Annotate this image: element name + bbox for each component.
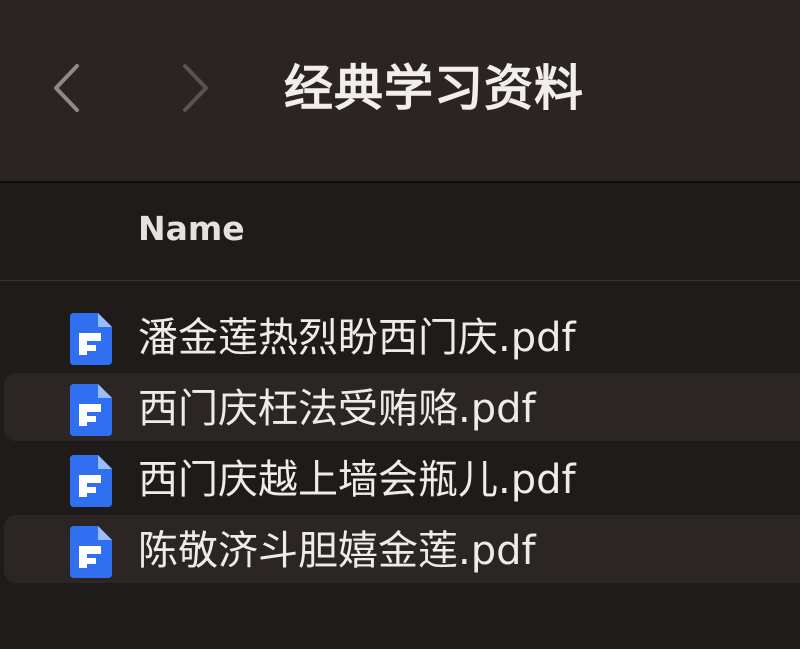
toolbar: 经典学习资料 <box>0 0 800 183</box>
file-list: 潘金莲热烈盼西门庆.pdf 西门庆枉法受贿赂.pdf 西门庆越上墙会瓶儿.pdf <box>0 300 800 584</box>
pdf-document-icon <box>70 384 112 436</box>
forward-button[interactable] <box>174 58 218 118</box>
file-row[interactable]: 西门庆枉法受贿赂.pdf <box>0 371 800 442</box>
pdf-document-icon <box>70 455 112 507</box>
column-header-name[interactable]: Name <box>138 209 245 248</box>
file-name: 西门庆越上墙会瓶儿.pdf <box>138 457 576 503</box>
window-title: 经典学习资料 <box>284 60 585 117</box>
chevron-right-icon <box>183 64 208 112</box>
pdf-document-icon <box>70 526 112 578</box>
file-row[interactable]: 西门庆越上墙会瓶儿.pdf <box>0 442 800 513</box>
file-name: 潘金莲热烈盼西门庆.pdf <box>138 315 576 361</box>
pdf-document-icon <box>70 313 112 365</box>
back-button[interactable] <box>44 58 88 118</box>
file-row[interactable]: 潘金莲热烈盼西门庆.pdf <box>0 300 800 371</box>
finder-window: 经典学习资料 Name 潘金莲热烈盼西门庆.pdf 西门庆枉法受贿赂.pdf 西… <box>0 0 800 649</box>
chevron-left-icon <box>54 64 79 112</box>
file-name: 陈敬济斗胆嬉金莲.pdf <box>138 528 536 574</box>
file-name: 西门庆枉法受贿赂.pdf <box>138 386 536 432</box>
column-header-row: Name <box>0 183 800 281</box>
file-row[interactable]: 陈敬济斗胆嬉金莲.pdf <box>0 513 800 584</box>
